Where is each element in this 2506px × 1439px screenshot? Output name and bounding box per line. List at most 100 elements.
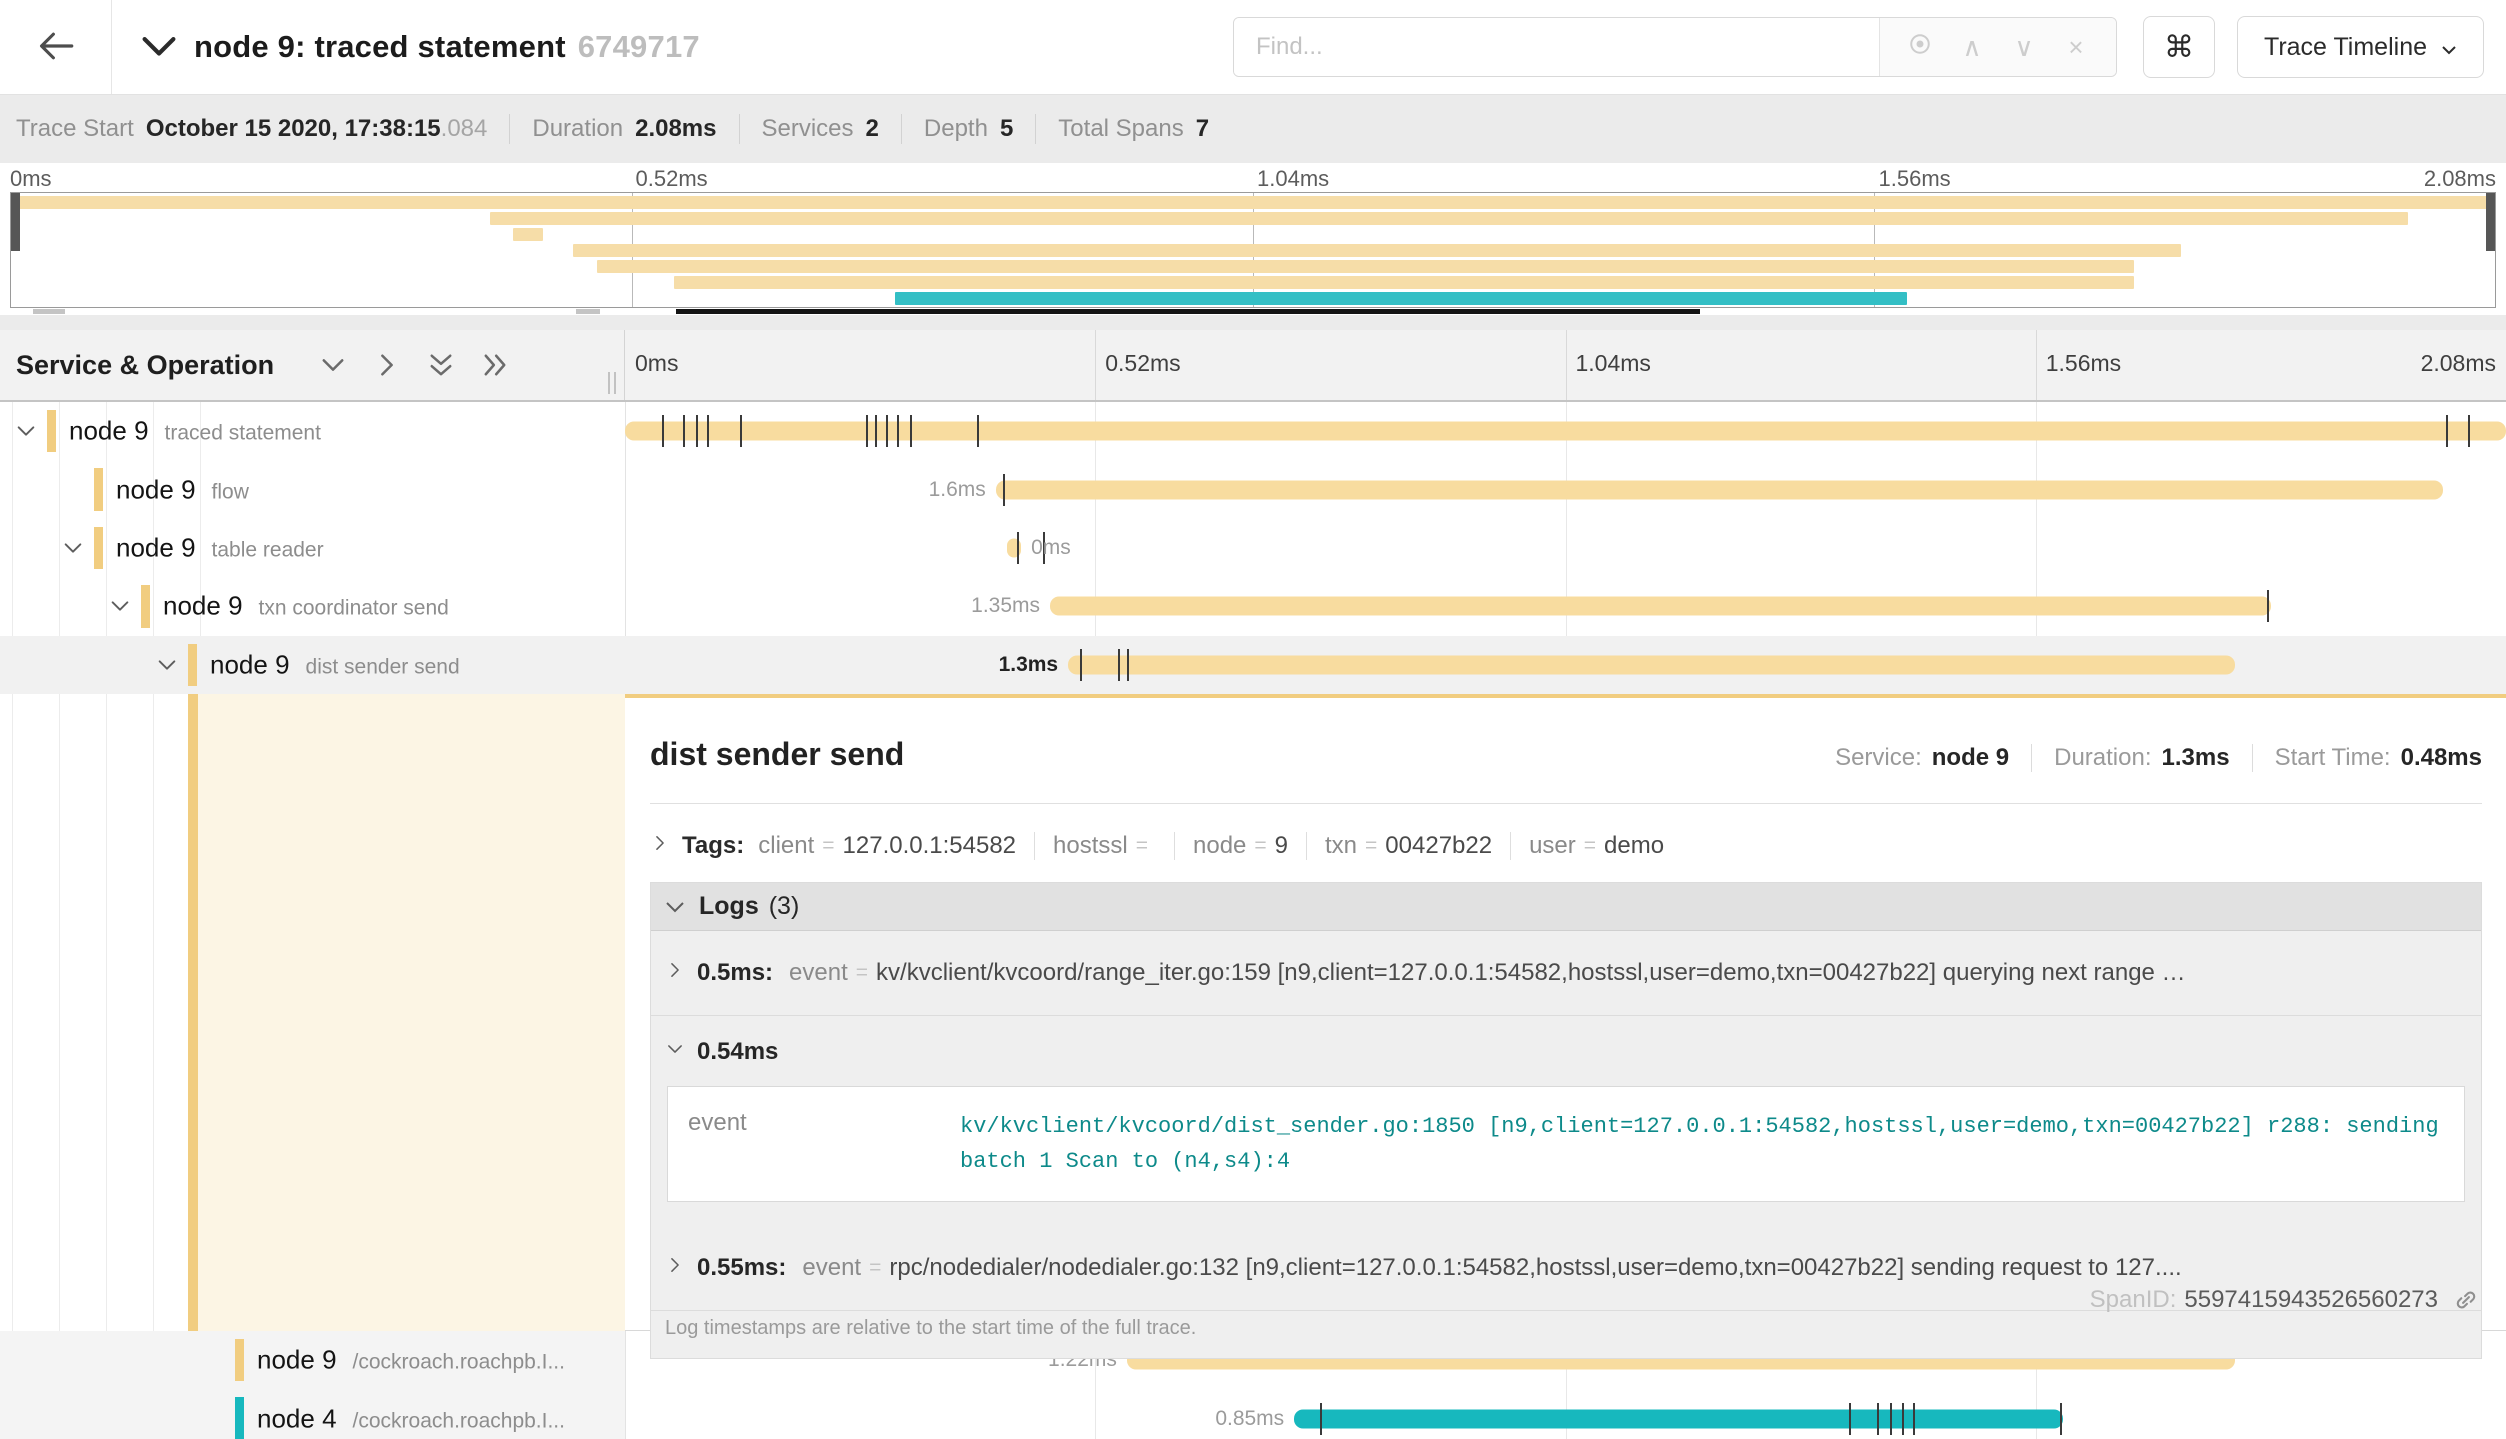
- trace-stat-trace-start: Trace StartOctober 15 2020, 17:38:15.084: [16, 115, 487, 143]
- minimap-right-scrubber[interactable]: [2486, 193, 2495, 251]
- span-row-timeline-cell[interactable]: 1.6ms: [625, 460, 2506, 518]
- span-row-timeline-cell[interactable]: 1.3ms: [625, 636, 2506, 694]
- span-row-timeline-cell[interactable]: [625, 402, 2506, 460]
- link-icon[interactable]: [2452, 1286, 2480, 1314]
- span-bar[interactable]: [1007, 538, 1021, 557]
- tag-value: 9: [1275, 832, 1288, 860]
- chevron-down-icon[interactable]: [155, 653, 179, 677]
- minimap-canvas[interactable]: [10, 192, 2496, 308]
- minimap-time-label: 2.08ms: [2424, 166, 2496, 192]
- stat-label: Services: [762, 115, 854, 143]
- span-row-name-cell[interactable]: node 9table reader: [0, 519, 625, 577]
- info-separator: [901, 114, 902, 144]
- scroll-indicator-bar[interactable]: [676, 309, 1700, 314]
- span-color-bar: [188, 644, 197, 686]
- equals-sign: =: [1136, 834, 1148, 858]
- clear-search-icon[interactable]: ×: [2050, 32, 2102, 63]
- scroll-indicator[interactable]: [0, 308, 2506, 315]
- span-id-label: SpanID:: [2090, 1286, 2177, 1314]
- span-row-name-cell[interactable]: node 9dist sender send: [0, 636, 625, 694]
- log-entry-expanded-header[interactable]: 0.54ms: [651, 1015, 2481, 1076]
- log-marker-tick: [1902, 1403, 1904, 1435]
- page-header: node 9: traced statement6749717 ∧ ∨ × ⌘ …: [0, 0, 2506, 95]
- log-marker-tick: [866, 415, 868, 447]
- logs-accordion-header[interactable]: Logs (3): [651, 883, 2481, 931]
- collapse-one-icon[interactable]: [318, 350, 348, 380]
- service-name: node 9flow: [116, 474, 249, 505]
- span-row-name-cell[interactable]: node 4/cockroach.roachpb.I...: [0, 1389, 625, 1439]
- info-separator: [739, 114, 740, 144]
- span-row-timeline-cell[interactable]: 1.35ms: [625, 577, 2506, 635]
- trace-stat-depth: Depth5: [924, 115, 1013, 143]
- timeline-column-header: Service & Operation 0ms0.52ms1.04ms1.56m…: [0, 330, 2506, 402]
- tag-item: user=demo: [1529, 832, 1664, 860]
- log-entry[interactable]: 0.5ms:event=kv/kvclient/kvcoord/range_it…: [651, 931, 2481, 1015]
- chevron-down-icon[interactable]: [14, 419, 38, 443]
- span-bar[interactable]: [1050, 597, 2271, 616]
- duration-value: 1.3ms: [2162, 744, 2230, 772]
- ruler-time-label: 0.52ms: [1105, 350, 1180, 377]
- log-marker-tick: [740, 415, 742, 447]
- span-row-name-cell[interactable]: node 9txn coordinator send: [0, 577, 625, 635]
- span-row-name-cell[interactable]: node 9/cockroach.roachpb.I...: [0, 1331, 625, 1389]
- ruler-time-label: 0ms: [635, 350, 678, 377]
- stat-value: October 15 2020, 17:38:15: [146, 115, 441, 143]
- collapse-all-icon[interactable]: [426, 350, 456, 380]
- minimap-time-label: 0ms: [10, 166, 52, 192]
- equals-sign: =: [856, 961, 868, 985]
- next-match-icon[interactable]: ∨: [1998, 32, 2050, 63]
- find-input[interactable]: [1234, 18, 1879, 76]
- view-dropdown-button[interactable]: Trace Timeline: [2237, 16, 2484, 78]
- back-button[interactable]: [0, 0, 112, 94]
- span-row-timeline-cell[interactable]: 0ms: [625, 519, 2506, 577]
- chevron-down-icon: [665, 892, 685, 921]
- span-color-bar: [235, 1339, 244, 1381]
- log-marker-tick: [2468, 415, 2470, 447]
- column-resizer-handle[interactable]: [608, 372, 616, 394]
- span-color-strip: [188, 694, 198, 1331]
- detail-divider: [650, 803, 2482, 804]
- log-marker-tick: [1849, 1403, 1851, 1435]
- expand-all-icon[interactable]: [480, 350, 510, 380]
- service-label: Service:: [1835, 744, 1922, 772]
- span-bar[interactable]: [625, 422, 2506, 441]
- stat-value: 2.08ms: [635, 115, 716, 143]
- log-marker-tick: [707, 415, 709, 447]
- log-marker-tick: [1118, 649, 1120, 681]
- span-row-name-cell[interactable]: node 9flow: [0, 460, 625, 518]
- ruler-gridline: [1095, 330, 1096, 400]
- span-bar[interactable]: [1294, 1409, 2063, 1428]
- span-color-bar: [47, 410, 56, 452]
- tags-accordion[interactable]: Tags:client=127.0.0.1:54582hostssl=node=…: [650, 824, 2482, 868]
- span-detail-title: dist sender send: [650, 736, 904, 773]
- trace-rows-area: node 9traced statementnode 9flow1.6msnod…: [0, 402, 2506, 1439]
- span-row: node 9txn coordinator send1.35ms: [0, 577, 2506, 635]
- stat-label: Depth: [924, 115, 988, 143]
- expand-one-icon[interactable]: [372, 350, 402, 380]
- tag-item: node=9: [1193, 832, 1288, 860]
- scroll-indicator-segment: [576, 309, 600, 314]
- minimap-left-scrubber[interactable]: [11, 193, 20, 251]
- span-bar[interactable]: [996, 480, 2443, 499]
- locate-icon[interactable]: [1894, 29, 1946, 66]
- service-name: node 9/cockroach.roachpb.I...: [257, 1345, 565, 1376]
- chevron-down-icon[interactable]: [61, 536, 85, 560]
- tag-key: node: [1193, 832, 1246, 860]
- keyboard-shortcuts-button[interactable]: ⌘: [2143, 16, 2215, 78]
- tag-item: client=127.0.0.1:54582: [758, 832, 1016, 860]
- chevron-down-icon: [665, 1038, 685, 1066]
- prev-match-icon[interactable]: ∧: [1946, 32, 1998, 63]
- tag-key: client: [758, 832, 814, 860]
- log-marker-tick: [1003, 474, 1005, 506]
- span-row-timeline-cell[interactable]: 0.85ms: [625, 1389, 2506, 1439]
- tags-label: Tags:: [682, 832, 744, 860]
- chevron-right-icon: [650, 832, 670, 860]
- chevron-down-icon[interactable]: [142, 36, 176, 58]
- log-field-key: event: [789, 959, 848, 987]
- span-row-name-cell[interactable]: node 9traced statement: [0, 402, 625, 460]
- span-color-bar: [235, 1397, 244, 1439]
- chevron-down-icon[interactable]: [108, 594, 132, 618]
- tag-value: 127.0.0.1:54582: [843, 832, 1017, 860]
- log-marker-tick: [897, 415, 899, 447]
- span-bar[interactable]: [1068, 655, 2235, 674]
